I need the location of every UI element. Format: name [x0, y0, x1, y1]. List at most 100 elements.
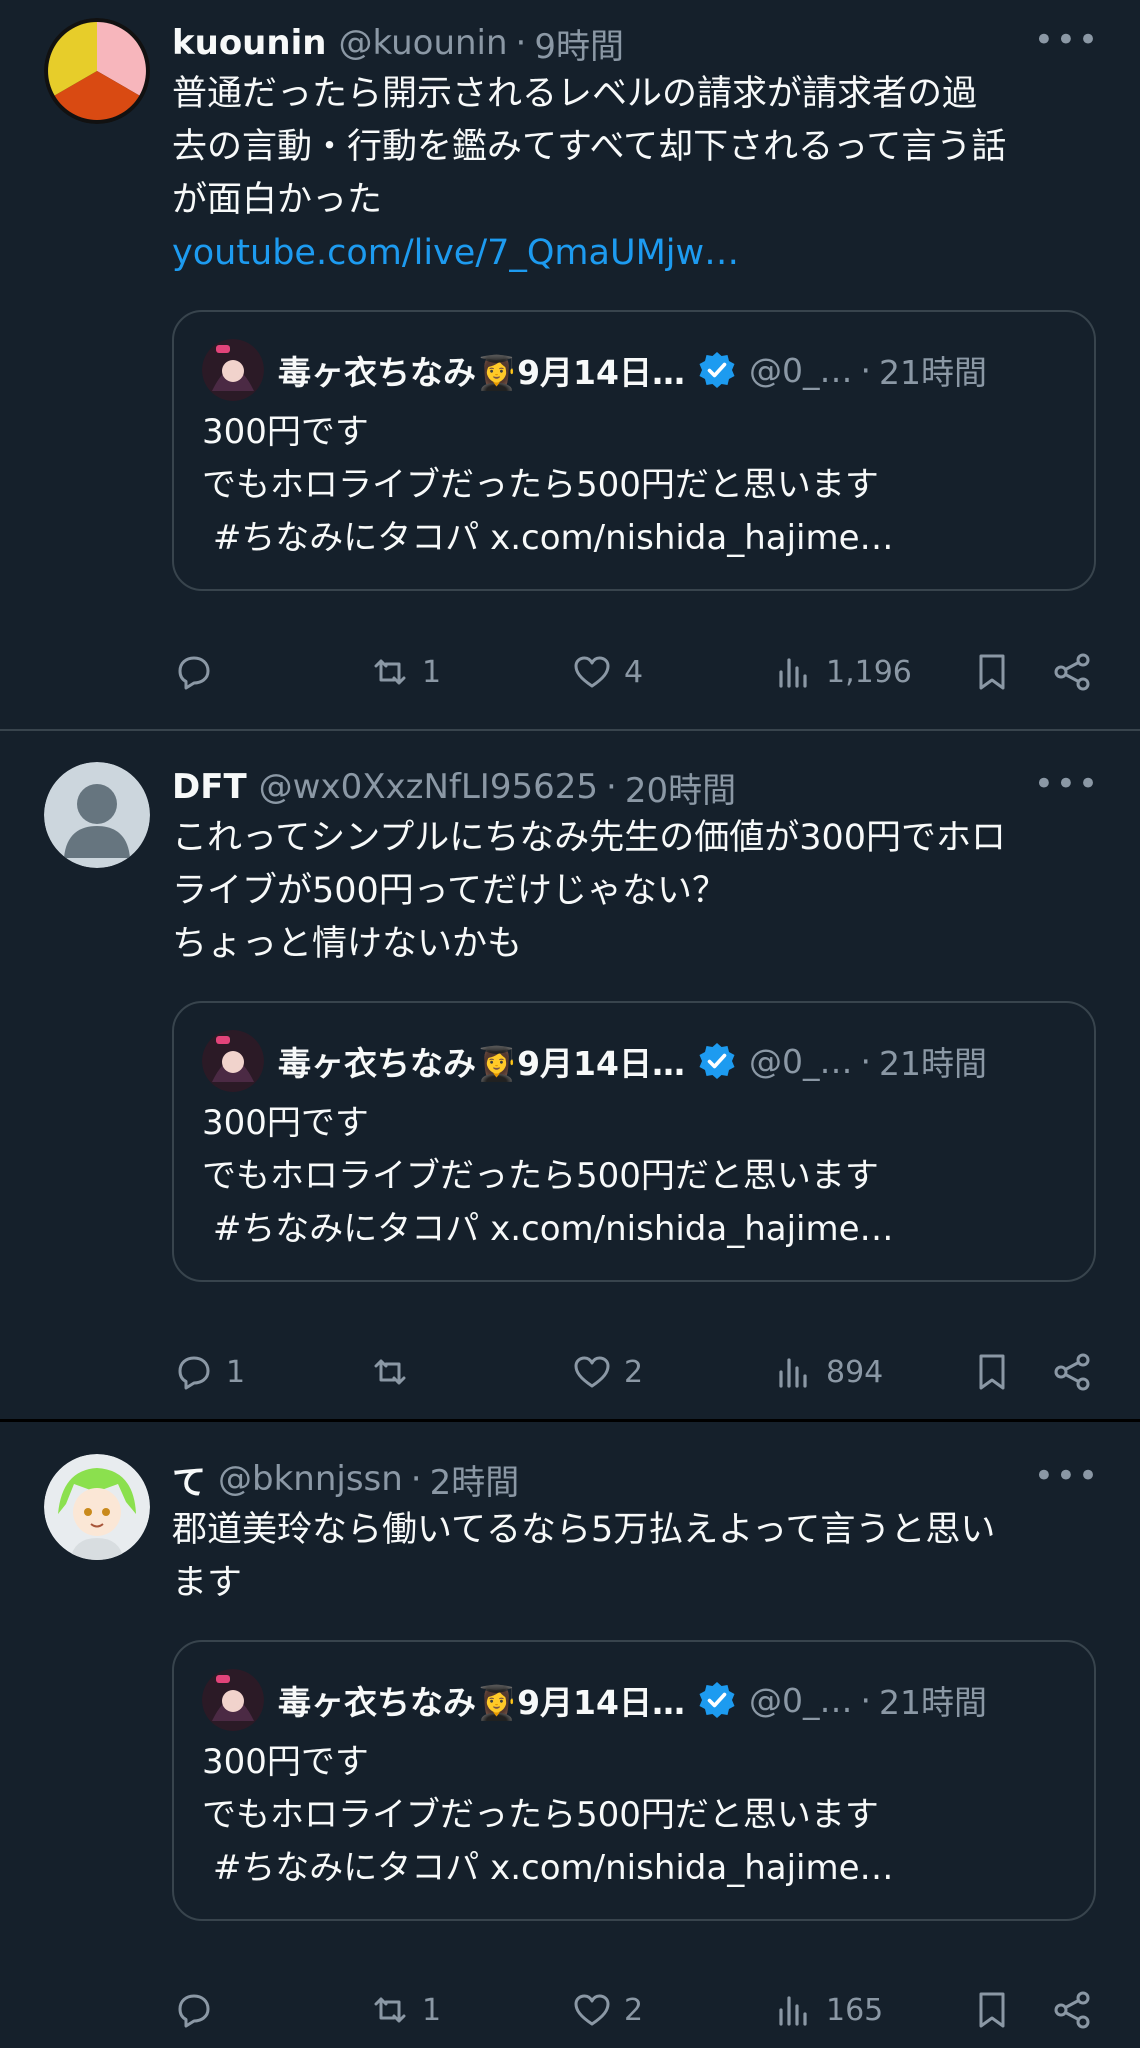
quote-display-name: 毒ヶ衣ちなみ👩‍🎓9月14日… — [278, 1683, 685, 1722]
views-count: 1,196 — [826, 654, 912, 690]
separator-dot: · — [860, 350, 871, 390]
like-count: 2 — [624, 1992, 644, 2028]
quoted-tweet[interactable]: 毒ヶ衣ちなみ👩‍🎓9月14日… @0_… · 21時間 300円です でもホロラ… — [172, 1001, 1096, 1282]
separator-dot: · — [606, 767, 617, 807]
retweet-icon — [374, 1359, 406, 1385]
retweet-count: 1 — [422, 654, 442, 690]
timestamp[interactable]: 9時間 — [534, 19, 624, 68]
share-button[interactable] — [1050, 650, 1094, 694]
avatar[interactable] — [44, 1454, 150, 1560]
reply-icon — [178, 1994, 210, 2028]
quote-header: 毒ヶ衣ちなみ👩‍🎓9月14日… @0_… · 21時間 — [202, 1668, 1066, 1732]
tweet-header: て @bknnjssn · 2時間 — [172, 1454, 1100, 1504]
like-button[interactable]: 4 — [570, 650, 643, 694]
like-count: 4 — [624, 654, 644, 690]
tweet[interactable]: DFT @wx0XxzNfLI95625 · 20時間 ••• これってシンプル… — [0, 730, 1140, 1420]
tweet-text: 郡道美玲なら働いてるなら5万払えよって言うと思い ます — [172, 1510, 996, 1603]
reply-button[interactable] — [172, 1988, 226, 2032]
verified-badge-icon — [697, 1041, 737, 1081]
tweet-header: DFT @wx0XxzNfLI95625 · 20時間 — [172, 762, 1100, 812]
timestamp[interactable]: 20時間 — [625, 763, 736, 812]
tweet-header: kuounin @kuounin · 9時間 — [172, 18, 1100, 68]
more-options-icon[interactable]: ••• — [1034, 20, 1100, 60]
tweet-text: これってシンプルにちなみ先生の価値が300円でホロ ライブが500円ってだけじゃ… — [172, 818, 1007, 964]
like-button[interactable]: 2 — [570, 1350, 643, 1394]
quoted-tweet[interactable]: 毒ヶ衣ちなみ👩‍🎓9月14日… @0_… · 21時間 300円です でもホロラ… — [172, 1640, 1096, 1921]
views-count: 165 — [826, 1992, 884, 2028]
action-bar: 1 2 165 — [172, 1980, 1100, 2040]
quote-timestamp: 21時間 — [878, 1683, 987, 1722]
display-name[interactable]: DFT — [172, 767, 247, 807]
reply-icon — [178, 1356, 210, 1390]
separator-dot: · — [860, 1041, 871, 1081]
display-name[interactable]: kuounin — [172, 23, 326, 63]
views-chart-icon — [779, 1996, 807, 2026]
timeline: kuounin @kuounin · 9時間 ••• 普通だったら開示されるレベ… — [0, 0, 1140, 2048]
quote-display-name: 毒ヶ衣ちなみ👩‍🎓9月14日… — [278, 353, 685, 392]
quote-timestamp: 21時間 — [878, 353, 987, 392]
retweet-icon — [374, 659, 406, 685]
user-handle[interactable]: @bknnjssn — [218, 1459, 403, 1499]
bookmark-button[interactable] — [970, 1350, 1014, 1394]
user-handle[interactable]: @kuounin — [338, 23, 507, 63]
quote-header: 毒ヶ衣ちなみ👩‍🎓9月14日… @0_… · 21時間 — [202, 338, 1066, 402]
reply-button[interactable]: 1 — [172, 1350, 245, 1394]
quote-text: 300円です でもホロライブだったら500円だと思います #ちなみにタコパ x.… — [202, 412, 894, 558]
tweet[interactable]: て @bknnjssn · 2時間 ••• 郡道美玲なら働いてるなら5万払えよっ… — [0, 1420, 1140, 2048]
heart-icon — [574, 1356, 610, 1388]
display-name[interactable]: て — [172, 1455, 206, 1504]
quote-handle: @0_… — [748, 1680, 853, 1720]
action-bar: 1 4 1,196 — [172, 642, 1100, 702]
like-button[interactable]: 2 — [570, 1988, 643, 2032]
heart-icon — [574, 656, 610, 688]
bookmark-button[interactable] — [970, 650, 1014, 694]
separator-dot: · — [410, 1459, 422, 1499]
retweet-button[interactable] — [368, 1350, 422, 1394]
quote-avatar — [202, 339, 264, 401]
share-icon — [1054, 1991, 1090, 2029]
tweet-link[interactable]: youtube.com/live/7_QmaUMjw… — [172, 227, 1100, 280]
bookmark-icon — [979, 654, 1005, 690]
heart-icon — [574, 1994, 610, 2026]
more-options-icon[interactable]: ••• — [1034, 764, 1100, 804]
views-button[interactable]: 1,196 — [772, 650, 912, 694]
bookmark-icon — [979, 1992, 1005, 2028]
share-icon — [1054, 653, 1090, 691]
bookmark-button[interactable] — [970, 1988, 1014, 2032]
retweet-button[interactable]: 1 — [368, 1988, 441, 2032]
quote-avatar — [202, 1669, 264, 1731]
quote-avatar — [202, 1030, 264, 1092]
quote-handle: @0_… — [748, 1041, 853, 1081]
views-count: 894 — [826, 1354, 884, 1390]
tweet[interactable]: kuounin @kuounin · 9時間 ••• 普通だったら開示されるレベ… — [0, 0, 1140, 730]
views-chart-icon — [779, 658, 807, 688]
quote-handle: @0_… — [748, 350, 853, 390]
reply-button[interactable] — [172, 650, 226, 694]
more-options-icon[interactable]: ••• — [1034, 1456, 1100, 1496]
timestamp[interactable]: 2時間 — [430, 1455, 520, 1504]
like-count: 2 — [624, 1354, 644, 1390]
avatar[interactable] — [44, 18, 150, 124]
retweet-icon — [374, 1997, 406, 2023]
share-button[interactable] — [1050, 1350, 1094, 1394]
retweet-count: 1 — [422, 1992, 442, 2028]
reply-count: 1 — [226, 1354, 246, 1390]
user-handle[interactable]: @wx0XxzNfLI95625 — [259, 767, 598, 807]
share-icon — [1054, 1353, 1090, 1391]
action-bar: 1 2 894 — [172, 1342, 1100, 1402]
quote-timestamp: 21時間 — [878, 1044, 987, 1083]
separator-dot: · — [515, 23, 527, 63]
retweet-button[interactable]: 1 — [368, 650, 441, 694]
views-button[interactable]: 894 — [772, 1350, 883, 1394]
verified-badge-icon — [697, 1680, 737, 1720]
quote-header: 毒ヶ衣ちなみ👩‍🎓9月14日… @0_… · 21時間 — [202, 1029, 1066, 1093]
views-chart-icon — [779, 1358, 807, 1388]
views-button[interactable]: 165 — [772, 1988, 883, 2032]
bookmark-icon — [979, 1354, 1005, 1390]
share-button[interactable] — [1050, 1988, 1094, 2032]
quote-display-name: 毒ヶ衣ちなみ👩‍🎓9月14日… — [278, 1044, 685, 1083]
separator-dot: · — [860, 1680, 871, 1720]
quoted-tweet[interactable]: 毒ヶ衣ちなみ👩‍🎓9月14日… @0_… · 21時間 300円です でもホロラ… — [172, 310, 1096, 591]
avatar[interactable] — [44, 762, 150, 868]
verified-badge-icon — [697, 350, 737, 390]
